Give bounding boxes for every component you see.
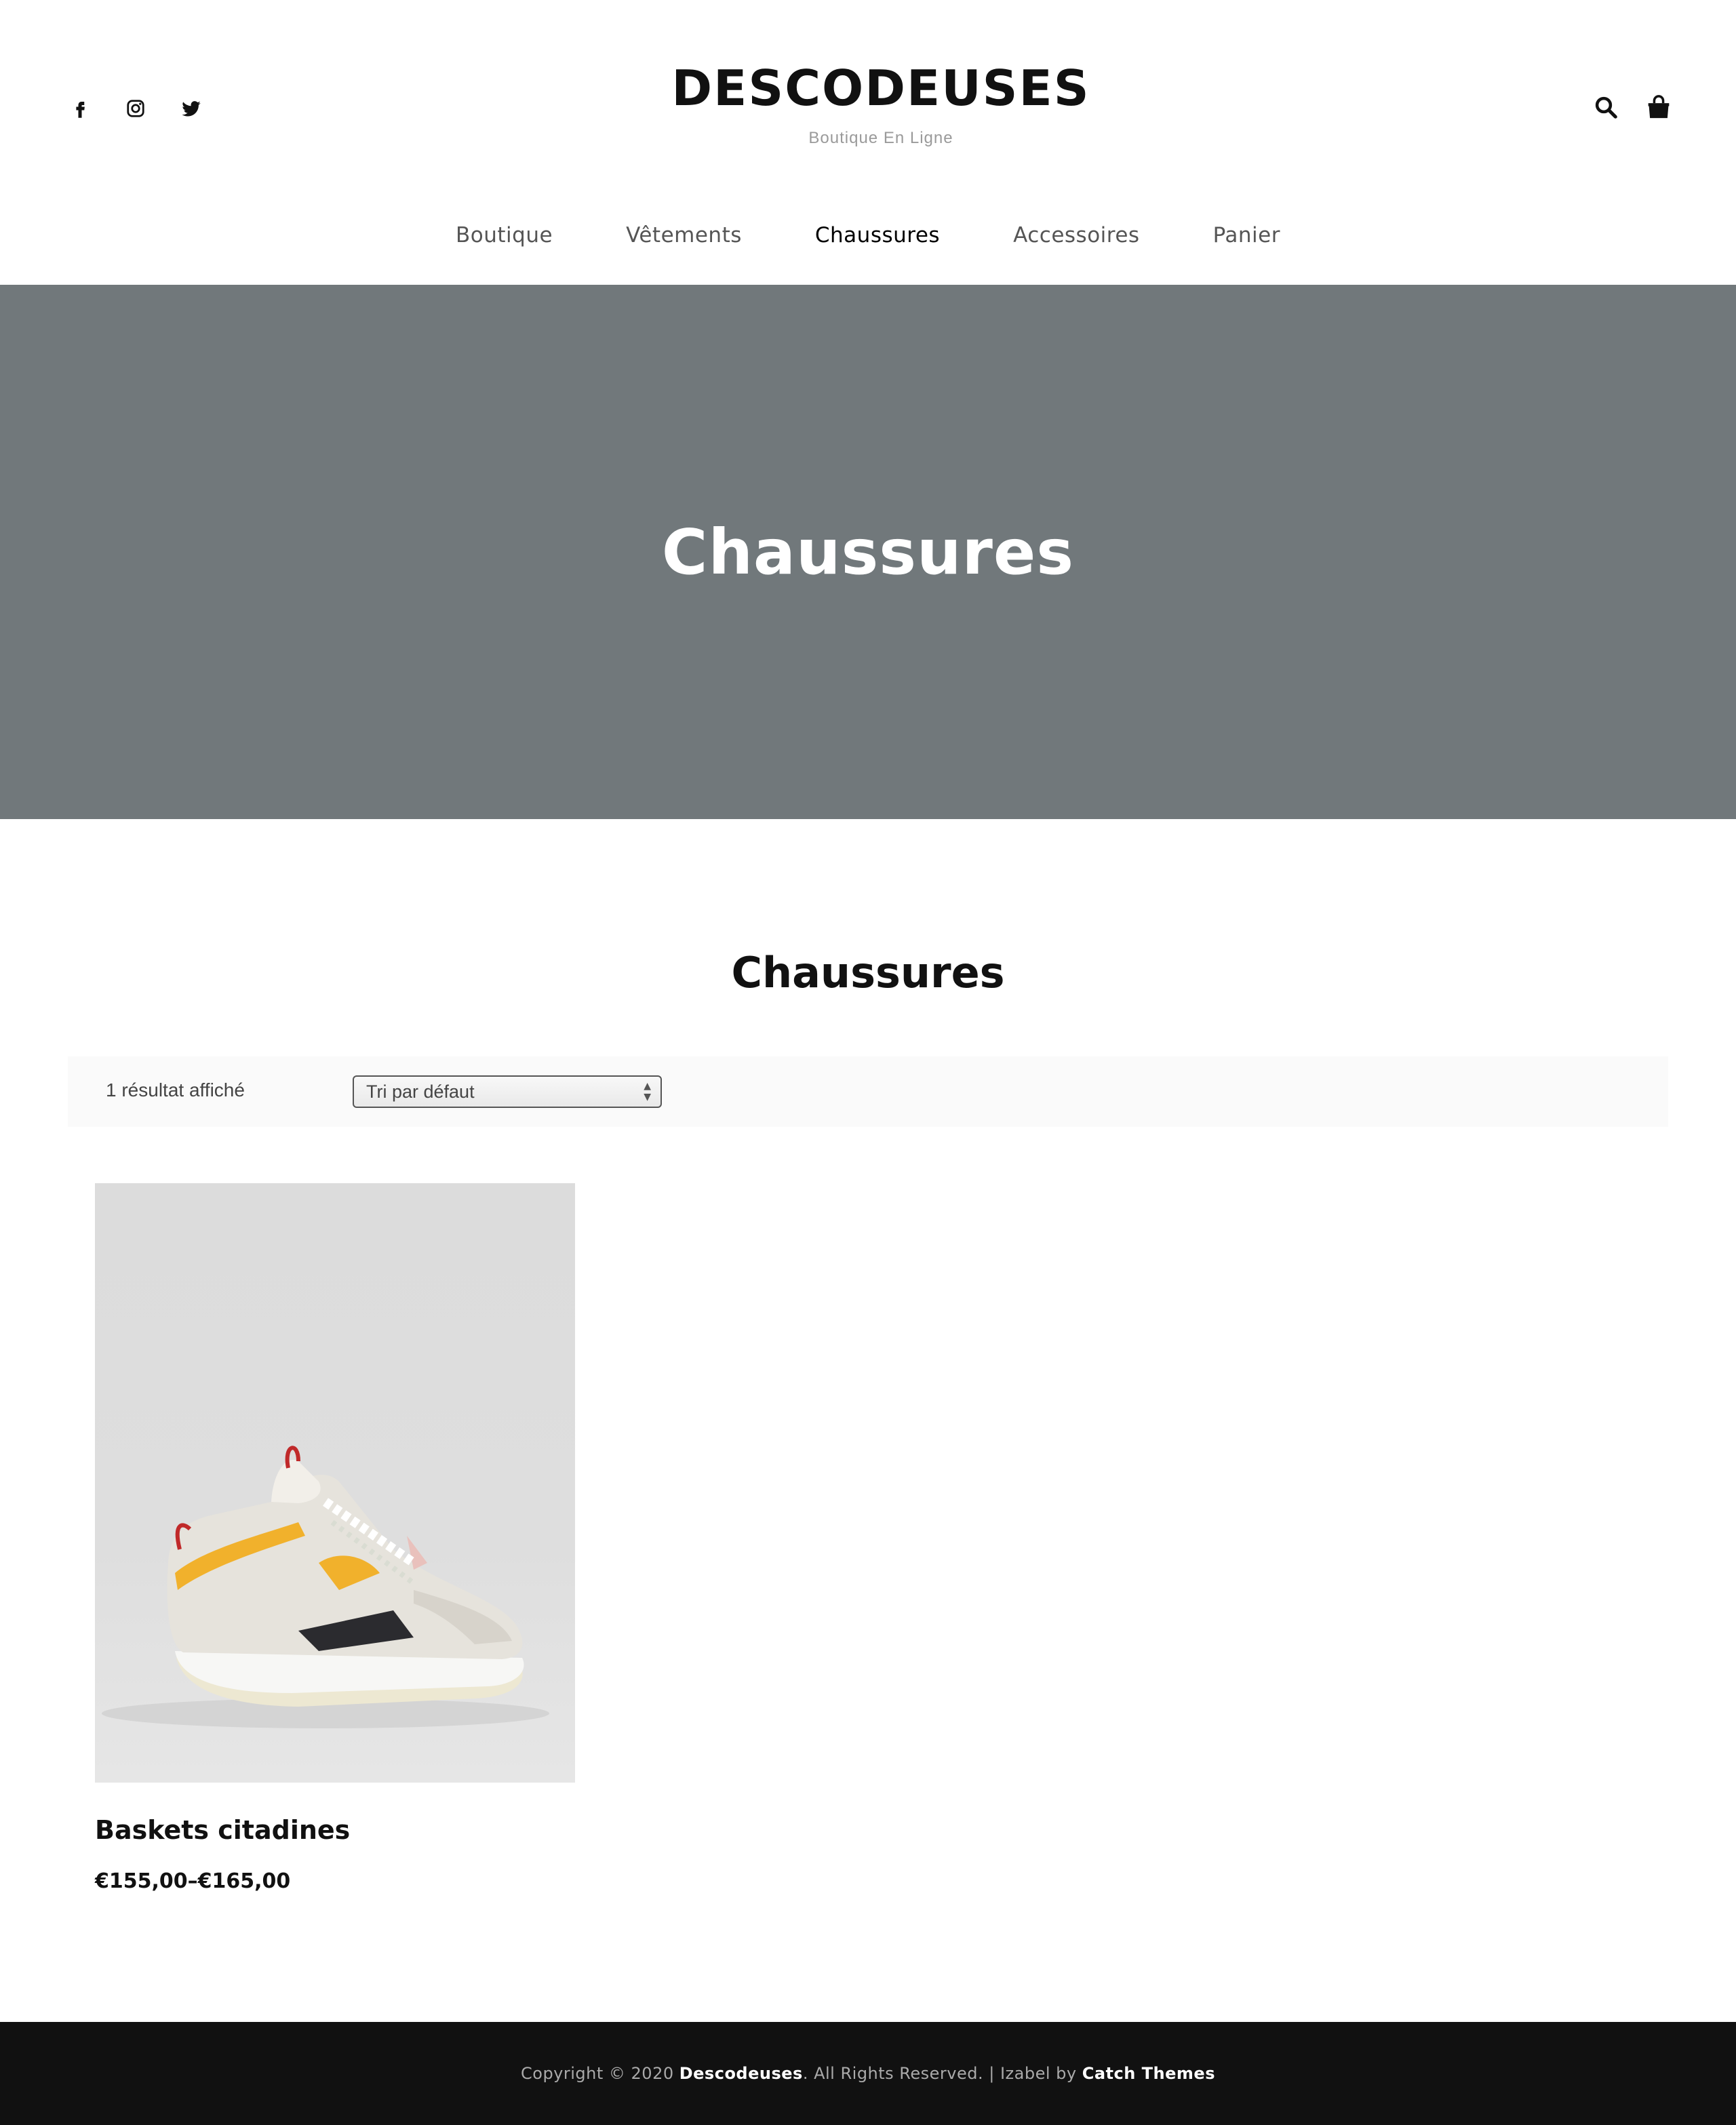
hero-banner: Chaussures bbox=[0, 285, 1736, 819]
header-tools bbox=[1592, 92, 1672, 122]
main-navigation: Boutique Vêtements Chaussures Accessoire… bbox=[0, 218, 1736, 252]
site-header: DESCODEUSES Boutique En Ligne Boutique V… bbox=[0, 0, 1736, 285]
nav-item-panier[interactable]: Panier bbox=[1177, 218, 1317, 252]
page-title: Chaussures bbox=[731, 948, 1005, 997]
product-card: Baskets citadines €155,00–€165,00 bbox=[95, 1183, 575, 1893]
select-arrows-icon: ▲ ▼ bbox=[644, 1081, 651, 1103]
site-footer: Copyright © 2020 Descodeuses. All Rights… bbox=[0, 2022, 1736, 2125]
orderby-select[interactable]: Tri par défaut ▲ ▼ bbox=[353, 1075, 662, 1108]
copyright-prefix: Copyright © 2020 bbox=[521, 2064, 679, 2083]
result-count: 1 résultat affiché bbox=[106, 1079, 245, 1100]
sneaker-image[interactable] bbox=[95, 1183, 575, 1783]
shop-toolbar: 1 résultat affiché Tri par défaut ▲ ▼ bbox=[68, 1056, 1668, 1127]
shopping-bag-icon[interactable] bbox=[1645, 92, 1672, 122]
nav-item-accessoires[interactable]: Accessoires bbox=[976, 218, 1177, 252]
nav-item-boutique[interactable]: Boutique bbox=[419, 218, 589, 252]
site-title[interactable]: DESCODEUSES bbox=[0, 60, 1736, 117]
copyright-middle: . All Rights Reserved. | Izabel by bbox=[802, 2064, 1082, 2083]
nav-item-vetements[interactable]: Vêtements bbox=[589, 218, 778, 252]
orderby-selected-value: Tri par défaut bbox=[366, 1081, 475, 1102]
footer-theme-link[interactable]: Catch Themes bbox=[1082, 2064, 1215, 2083]
copyright-text: Copyright © 2020 Descodeuses. All Rights… bbox=[521, 2064, 1215, 2083]
site-branding: DESCODEUSES Boutique En Ligne bbox=[0, 60, 1736, 148]
search-icon[interactable] bbox=[1592, 92, 1619, 122]
site-tagline: Boutique En Ligne bbox=[808, 129, 953, 147]
product-price: €155,00–€165,00 bbox=[95, 1869, 291, 1893]
hero-title: Chaussures bbox=[661, 515, 1075, 589]
footer-site-link[interactable]: Descodeuses bbox=[679, 2064, 803, 2083]
nav-item-chaussures[interactable]: Chaussures bbox=[778, 218, 976, 252]
product-title[interactable]: Baskets citadines bbox=[95, 1815, 575, 1845]
